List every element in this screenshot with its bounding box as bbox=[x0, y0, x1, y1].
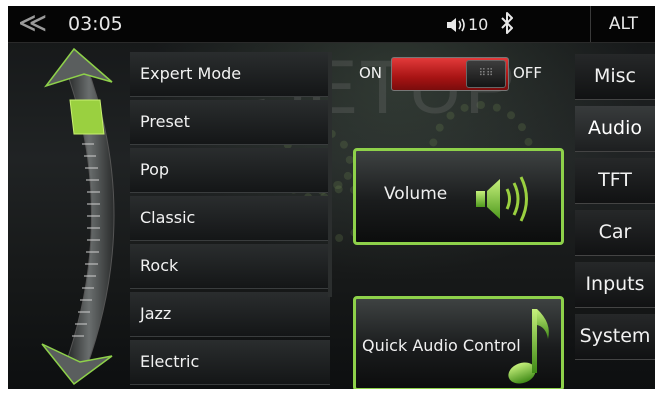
status-bar: ≪ 03:05 10 ALT bbox=[8, 6, 655, 43]
quick-audio-control-button[interactable]: Quick Audio Control bbox=[353, 296, 564, 389]
category-tabs: Misc Audio TFT Car Inputs System bbox=[575, 54, 655, 366]
tab-inputs[interactable]: Inputs bbox=[575, 262, 655, 308]
list-item[interactable]: Rock bbox=[130, 244, 330, 289]
volume-button-label: Volume bbox=[384, 184, 448, 204]
scroll-wheel[interactable] bbox=[24, 44, 134, 389]
list-item[interactable]: Pop bbox=[130, 148, 330, 193]
volume-button[interactable]: Volume bbox=[353, 148, 564, 245]
speaker-icon bbox=[476, 176, 528, 222]
tab-audio[interactable]: Audio bbox=[575, 106, 655, 152]
speaker-icon bbox=[447, 17, 465, 32]
back-button[interactable]: ≪ bbox=[18, 7, 47, 39]
quick-audio-control-label: Quick Audio Control bbox=[362, 336, 521, 355]
toggle-knob[interactable]: ⠿⠿ bbox=[466, 60, 506, 88]
tab-car[interactable]: Car bbox=[575, 210, 655, 256]
expert-mode-label: Expert Mode bbox=[130, 52, 330, 97]
bluetooth-icon bbox=[501, 12, 513, 34]
tab-misc[interactable]: Misc bbox=[575, 54, 655, 100]
music-note-icon bbox=[508, 309, 549, 384]
volume-indicator: 10 bbox=[446, 15, 488, 34]
tab-system[interactable]: System bbox=[575, 314, 655, 360]
tab-tft[interactable]: TFT bbox=[575, 158, 655, 204]
list-scrollbar[interactable] bbox=[328, 52, 332, 297]
preset-list: Expert Mode Preset Pop Classic Rock Jazz… bbox=[130, 52, 330, 388]
list-item[interactable]: Jazz bbox=[130, 292, 330, 337]
list-item[interactable]: Classic bbox=[130, 196, 330, 241]
volume-level: 10 bbox=[468, 15, 489, 34]
clock: 03:05 bbox=[68, 13, 123, 35]
alt-button[interactable]: ALT bbox=[590, 6, 655, 42]
setup-screen: SETUP ≪ 03:05 10 ALT Expert Mode Preset … bbox=[8, 6, 655, 389]
expert-mode-on-label: ON bbox=[359, 64, 383, 82]
list-item[interactable]: Preset bbox=[130, 100, 330, 145]
expert-mode-toggle[interactable]: ⠿⠿ bbox=[391, 57, 509, 91]
list-item[interactable]: Electric bbox=[130, 340, 330, 385]
expert-mode-off-label: OFF bbox=[513, 64, 543, 82]
